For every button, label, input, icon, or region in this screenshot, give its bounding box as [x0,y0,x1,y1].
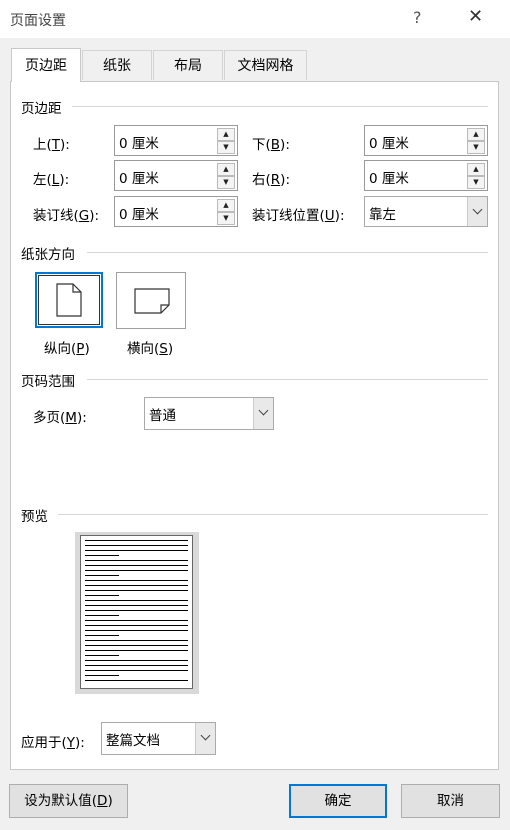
chevron-down-icon[interactable] [195,723,215,754]
preview-line [85,660,188,661]
title-bar: 页面设置 ? ✕ [0,0,510,38]
spin-down-icon[interactable]: ▼ [467,141,485,154]
preview-line [85,640,188,641]
preview-line [85,620,188,621]
spin-down-icon[interactable]: ▼ [217,212,235,225]
tab-label: 布局 [174,58,202,74]
portrait-label: 纵向(P) [44,341,90,357]
gutter-input[interactable]: 0 厘米 ▲ ▼ [114,196,238,227]
top-margin-value: 0 厘米 [119,136,159,152]
window-title: 页面设置 [10,13,66,29]
set-default-button[interactable]: 设为默认值(D) [9,784,128,818]
tab-label: 页边距 [25,58,67,74]
preview-line [85,630,188,631]
chevron-down-icon[interactable] [253,398,273,429]
spin-up-icon[interactable]: ▲ [217,199,235,212]
preview-line [85,600,188,601]
gutter-position-value: 靠左 [369,207,396,223]
multiple-pages-dropdown[interactable]: 普通 [144,397,274,430]
apply-to-label: 应用于(Y): [21,735,85,751]
tab-label: 文档网格 [237,58,294,74]
right-margin-input[interactable]: 0 厘米 ▲ ▼ [364,160,488,191]
left-margin-input[interactable]: 0 厘米 ▲ ▼ [114,160,238,191]
preview-line [85,680,188,681]
divider [87,379,488,380]
preview-line [85,635,119,636]
orientation-section-title: 纸张方向 [21,247,75,263]
preview-line [85,580,188,581]
close-button[interactable]: ✕ [468,6,483,27]
spin-up-icon[interactable]: ▲ [217,163,235,176]
preview-line [85,645,188,646]
bottom-margin-input[interactable]: 0 厘米 ▲ ▼ [364,125,488,156]
preview-line [85,545,188,546]
preview-line [85,590,188,591]
preview-line [85,595,119,596]
preview-line [85,655,119,656]
preview-line [85,575,119,576]
spin-down-icon[interactable]: ▼ [217,141,235,154]
left-margin-label: 左(L): [33,172,70,188]
preview-line [85,650,188,651]
landscape-label: 横向(S) [127,341,174,357]
spin-down-icon[interactable]: ▼ [467,176,485,189]
preview-line [85,565,188,566]
tab-label: 纸张 [103,58,131,74]
preview-line [85,570,188,571]
portrait-page-icon [56,283,82,317]
gutter-position-label: 装订线位置(U): [252,208,345,224]
preview-line [85,555,119,556]
bottom-margin-value: 0 厘米 [369,136,409,152]
tab-layout[interactable]: 布局 [153,50,223,80]
pages-section-title: 页码范围 [21,374,75,390]
preview-section-title: 预览 [21,509,48,525]
margins-section-title: 页边距 [21,101,62,117]
right-margin-label: 右(R): [252,172,290,188]
help-button[interactable]: ? [413,8,422,27]
multiple-pages-label: 多页(M): [33,410,87,426]
gutter-label: 装订线(G): [33,208,100,224]
bottom-margin-label: 下(B): [252,137,290,153]
divider [72,106,488,107]
right-margin-value: 0 厘米 [369,171,409,187]
preview-line [85,610,188,611]
landscape-page-icon [134,288,170,314]
portrait-button[interactable] [35,272,103,328]
cancel-button[interactable]: 取消 [401,784,500,818]
chevron-down-icon[interactable] [467,197,487,226]
apply-to-dropdown[interactable]: 整篇文档 [101,722,216,755]
page-preview [75,532,199,694]
preview-line [85,560,188,561]
gutter-position-dropdown[interactable]: 靠左 [364,196,488,227]
tab-paper[interactable]: 纸张 [82,50,152,80]
preview-line [85,670,188,671]
left-margin-value: 0 厘米 [119,171,159,187]
tab-margins[interactable]: 页边距 [11,48,81,82]
preview-line [85,605,188,606]
preview-line [85,540,188,541]
tab-doc-grid[interactable]: 文档网格 [224,50,307,80]
preview-line [85,585,188,586]
divider [87,252,488,253]
preview-page [80,535,193,689]
top-margin-input[interactable]: 0 厘米 ▲ ▼ [114,125,238,156]
multiple-pages-value: 普通 [149,408,176,424]
preview-line [85,615,119,616]
gutter-value: 0 厘米 [119,207,159,223]
preview-line [85,665,188,666]
landscape-button[interactable] [116,272,186,329]
preview-line [85,675,119,676]
top-margin-label: 上(T): [33,137,70,153]
ok-button[interactable]: 确定 [289,784,387,818]
divider [58,514,488,515]
spin-up-icon[interactable]: ▲ [467,128,485,141]
preview-line [85,550,188,551]
apply-to-value: 整篇文档 [106,733,160,749]
spin-up-icon[interactable]: ▲ [217,128,235,141]
preview-line [85,625,188,626]
spin-up-icon[interactable]: ▲ [467,163,485,176]
spin-down-icon[interactable]: ▼ [217,176,235,189]
